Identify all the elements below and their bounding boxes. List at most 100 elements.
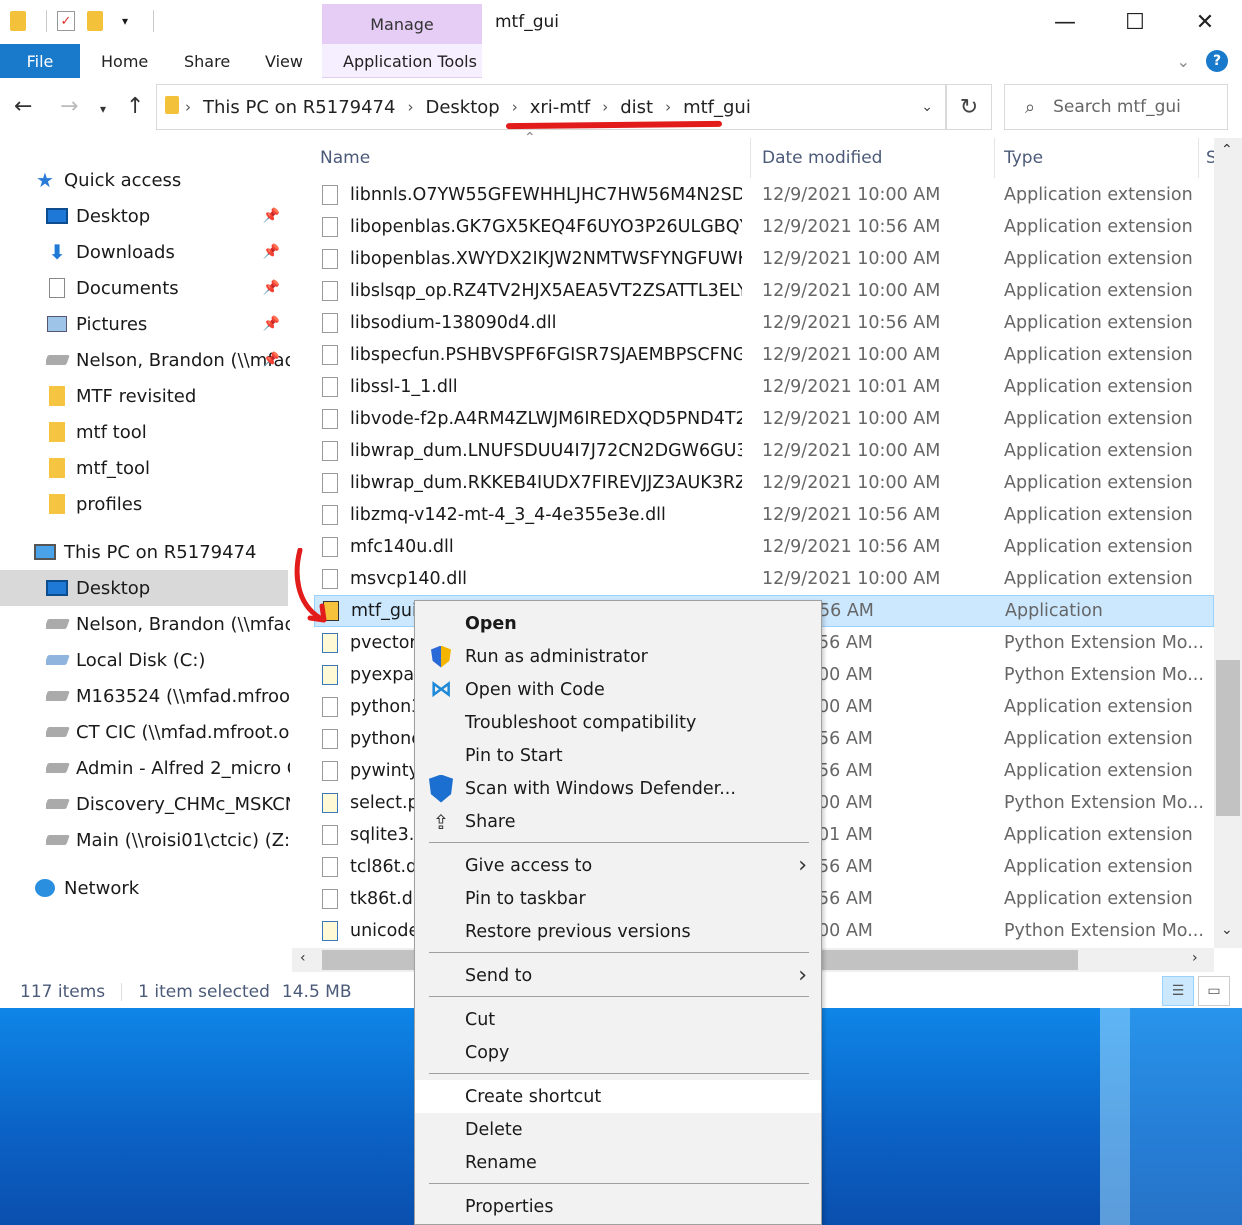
pin-icon[interactable]: 📌 bbox=[263, 244, 280, 260]
column-divider[interactable] bbox=[994, 138, 995, 178]
column-header-date-modified[interactable]: Date modified bbox=[762, 138, 882, 178]
column-header-type[interactable]: Type bbox=[1004, 138, 1043, 178]
breadcrumb-xri-mtf[interactable]: xri-mtf bbox=[530, 97, 590, 118]
menu-item-scan-with-windows-defender[interactable]: Scan with Windows Defender... bbox=[415, 772, 821, 805]
tab-application-tools[interactable]: Application Tools bbox=[343, 44, 477, 78]
column-divider[interactable] bbox=[1198, 138, 1199, 178]
file-row[interactable]: libsodium-138090d4.dll 12/9/2021 10:56 AM… bbox=[314, 307, 1214, 339]
chevron-right-icon[interactable]: › bbox=[665, 98, 671, 116]
back-arrow-icon[interactable]: ← bbox=[14, 94, 32, 119]
nav-quick-access-item[interactable]: mtf tool bbox=[46, 414, 290, 450]
menu-item-restore-previous-versions[interactable]: Restore previous versions bbox=[415, 915, 821, 948]
close-button[interactable]: ✕ bbox=[1170, 0, 1240, 44]
nav-this-pc-item[interactable]: Main (\\roisi01\ctcic) (Z:) bbox=[46, 822, 290, 858]
menu-item-properties[interactable]: Properties bbox=[415, 1190, 821, 1223]
scroll-up-icon[interactable]: ⌃ bbox=[1221, 142, 1233, 158]
menu-item-delete[interactable]: Delete bbox=[415, 1113, 821, 1146]
nav-this-pc-item[interactable]: Desktop bbox=[0, 570, 288, 606]
nav-quick-access-item[interactable]: Pictures 📌 bbox=[46, 306, 290, 342]
expand-ribbon-chevron-icon[interactable]: ⌄ bbox=[1177, 52, 1190, 71]
file-row[interactable]: libwrap_dum.LNUFSDUU4I7J72CN2DGW6GU3C...… bbox=[314, 435, 1214, 467]
menu-item-give-access-to[interactable]: Give access to › bbox=[415, 849, 821, 882]
menu-item-send-to[interactable]: Send to › bbox=[415, 959, 821, 992]
nav-network[interactable]: Network bbox=[34, 870, 290, 906]
nav-quick-access-item[interactable]: MTF revisited bbox=[46, 378, 290, 414]
scroll-left-icon[interactable]: ‹ bbox=[300, 950, 306, 966]
nav-quick-access-item[interactable]: Nelson, Brandon (\\mfad.mf📌 bbox=[46, 342, 290, 378]
breadcrumb-desktop[interactable]: Desktop bbox=[425, 97, 499, 118]
file-row[interactable]: libwrap_dum.RKKEB4IUDX7FIREVJJZ3AUK3RZIR… bbox=[314, 467, 1214, 499]
recent-locations-chevron-icon[interactable]: ▾ bbox=[100, 102, 106, 116]
menu-item-pin-to-taskbar[interactable]: Pin to taskbar bbox=[415, 882, 821, 915]
nav-this-pc[interactable]: This PC on R5179474 bbox=[34, 534, 290, 570]
nav-this-pc-item[interactable]: Local Disk (C:) bbox=[46, 642, 290, 678]
nav-this-pc-item[interactable]: Nelson, Brandon (\\mfad.mfr bbox=[46, 606, 290, 642]
search-input[interactable]: ⌕ Search mtf_gui bbox=[1004, 84, 1228, 130]
menu-item-open-with-code[interactable]: ⋈ Open with Code bbox=[415, 673, 821, 706]
menu-item-troubleshoot-compatibility[interactable]: Troubleshoot compatibility bbox=[415, 706, 821, 739]
nav-this-pc-item[interactable]: CT CIC (\\mfad.mfroot.org\ bbox=[46, 714, 290, 750]
pin-icon[interactable]: 📌 bbox=[263, 316, 280, 332]
file-row[interactable]: msvcp140.dll 12/9/2021 10:00 AM Applicatio… bbox=[314, 563, 1214, 595]
column-header-name[interactable]: Name bbox=[320, 138, 370, 178]
file-row[interactable]: libopenblas.XWYDX2IKJW2NMTWSFYNGFUWK... 1… bbox=[314, 243, 1214, 275]
pin-icon[interactable]: 📌 bbox=[263, 352, 280, 368]
menu-item-cut[interactable]: Cut bbox=[415, 1003, 821, 1036]
nav-this-pc-item[interactable]: M163524 (\\mfad.mfroot.or bbox=[46, 678, 290, 714]
details-view-icon[interactable]: ☰ bbox=[1162, 976, 1194, 1006]
breadcrumb-mtf-gui[interactable]: mtf_gui bbox=[683, 97, 751, 118]
chevron-right-icon[interactable]: › bbox=[602, 98, 608, 116]
minimize-button[interactable]: — bbox=[1030, 0, 1100, 44]
file-row[interactable]: libnnls.O7YW55GFEWHHLJHC7HW56M4N2SD... 12… bbox=[314, 179, 1214, 211]
properties-checkmark-icon[interactable]: ✓ bbox=[57, 11, 75, 31]
chevron-down-icon[interactable]: ▾ bbox=[115, 10, 135, 32]
file-row[interactable]: libspecfun.PSHBVSPF6FGISR7SJAEMBPSCFNGL.… bbox=[314, 339, 1214, 371]
menu-item-open[interactable]: Open bbox=[415, 607, 821, 640]
vertical-scrollbar[interactable]: ⌃ ⌄ bbox=[1214, 138, 1242, 948]
nav-this-pc-item[interactable]: Discovery_CHMc_MSKCNN bbox=[46, 786, 290, 822]
chevron-right-icon[interactable]: › bbox=[185, 98, 191, 116]
pin-icon[interactable]: 📌 bbox=[263, 280, 280, 296]
scroll-right-icon[interactable]: › bbox=[1192, 950, 1198, 966]
refresh-icon[interactable]: ↻ bbox=[946, 84, 992, 130]
column-header-size[interactable]: S bbox=[1206, 138, 1214, 178]
breadcrumb-this-pc[interactable]: This PC on R5179474 bbox=[203, 97, 395, 118]
chevron-right-icon[interactable]: › bbox=[407, 98, 413, 116]
help-icon[interactable]: ? bbox=[1206, 50, 1228, 72]
address-dropdown-chevron-icon[interactable]: ⌄ bbox=[921, 99, 933, 115]
nav-quick-access-item[interactable]: Desktop 📌 bbox=[46, 198, 290, 234]
breadcrumb-dist[interactable]: dist bbox=[620, 97, 653, 118]
file-row[interactable]: libssl-1_1.dll 12/9/2021 10:01 AM Applicat… bbox=[314, 371, 1214, 403]
menu-item-share[interactable]: ⇪ Share bbox=[415, 805, 821, 838]
chevron-right-icon[interactable]: › bbox=[512, 98, 518, 116]
nav-quick-access-item[interactable]: ⬇ Downloads 📌 bbox=[46, 234, 290, 270]
menu-item-run-as-administrator[interactable]: Run as administrator bbox=[415, 640, 821, 673]
scroll-down-icon[interactable]: ⌄ bbox=[1221, 922, 1233, 938]
menu-item-rename[interactable]: Rename bbox=[415, 1146, 821, 1179]
menu-item-create-shortcut[interactable]: Create shortcut bbox=[415, 1080, 821, 1113]
nav-this-pc-item[interactable]: Admin - Alfred 2_micro CT bbox=[46, 750, 290, 786]
file-row[interactable]: mfc140u.dll 12/9/2021 10:56 AM Application… bbox=[314, 531, 1214, 563]
tab-share[interactable]: Share bbox=[184, 44, 230, 78]
file-row[interactable]: libzmq-v142-mt-4_3_4-4e355e3e.dll 12/9/20… bbox=[314, 499, 1214, 531]
column-divider[interactable] bbox=[750, 138, 751, 178]
tab-home[interactable]: Home bbox=[101, 44, 148, 78]
tab-view[interactable]: View bbox=[265, 44, 303, 78]
nav-quick-access-item[interactable]: mtf_tool bbox=[46, 450, 290, 486]
forward-arrow-icon[interactable]: → bbox=[60, 94, 78, 119]
file-row[interactable]: libvode-f2p.A4RM4ZLWJM6IREDXQD5PND4T2...… bbox=[314, 403, 1214, 435]
tab-file[interactable]: File bbox=[0, 44, 80, 78]
large-icons-view-icon[interactable]: ▭ bbox=[1198, 976, 1230, 1006]
pin-icon[interactable]: 📌 bbox=[263, 208, 280, 224]
maximize-button[interactable]: ☐ bbox=[1100, 0, 1170, 44]
new-folder-icon[interactable] bbox=[85, 10, 105, 32]
scrollbar-thumb[interactable] bbox=[1216, 660, 1240, 816]
file-row[interactable]: libslsqp_op.RZ4TV2HJX5AEA5VT2ZSATTL3ELYS… bbox=[314, 275, 1214, 307]
file-row[interactable]: libopenblas.GK7GX5KEQ4F6UYO3P26ULGBQYH..… bbox=[314, 211, 1214, 243]
nav-quick-access[interactable]: ★ Quick access bbox=[34, 162, 290, 198]
tab-manage[interactable]: Manage bbox=[322, 4, 482, 44]
menu-item-pin-to-start[interactable]: Pin to Start bbox=[415, 739, 821, 772]
nav-quick-access-item[interactable]: profiles bbox=[46, 486, 290, 522]
up-arrow-icon[interactable]: ↑ bbox=[126, 94, 144, 119]
nav-quick-access-item[interactable]: Documents 📌 bbox=[46, 270, 290, 306]
